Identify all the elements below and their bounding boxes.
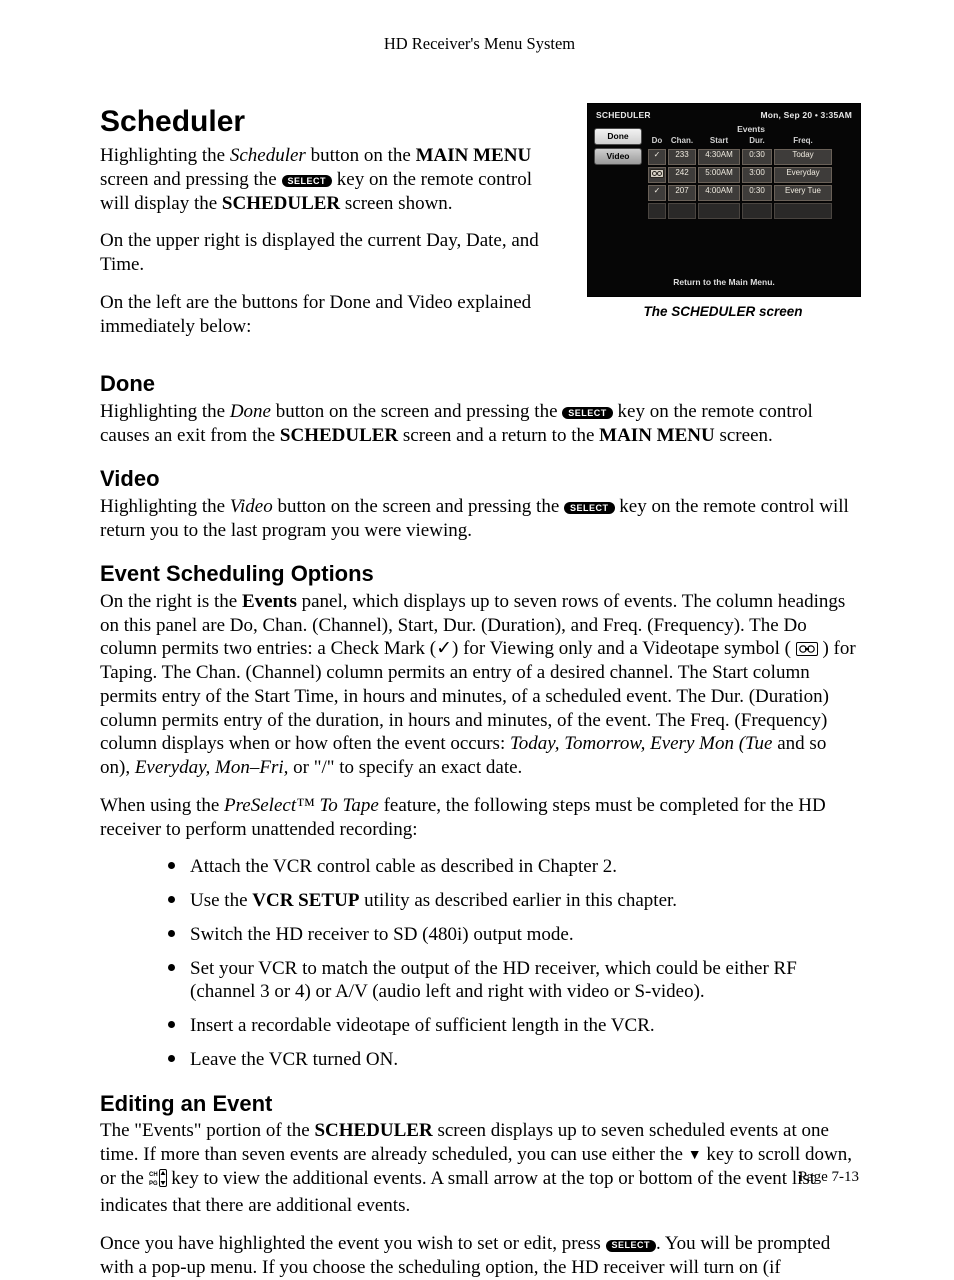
- scheduler-screenshot: SCHEDULER Mon, Sep 20 • 3:35AM Done Vide…: [587, 103, 859, 321]
- osd-start: 4:00AM: [698, 185, 740, 201]
- video-label: Video: [230, 496, 273, 517]
- intro-para-3: On the left are the buttons for Done and…: [100, 291, 565, 339]
- osd-column-header: Start: [698, 136, 740, 147]
- osd-title: SCHEDULER: [596, 110, 651, 121]
- figure-caption: The SCHEDULER screen: [587, 304, 859, 321]
- preselect-para: When using the PreSelect™ To Tape featur…: [100, 794, 859, 842]
- down-arrow-icon: ▼: [688, 1149, 702, 1163]
- list-item: Use the VCR SETUP utility as described e…: [168, 889, 859, 913]
- text: screen and a return to the: [398, 425, 599, 446]
- video-para: Highlighting the Video button on the scr…: [100, 495, 859, 543]
- osd-chan: 207: [668, 185, 696, 201]
- osd-events-title: Events: [648, 124, 854, 135]
- text: screen.: [715, 425, 773, 446]
- text: Highlighting the: [100, 496, 230, 517]
- eso-heading: Event Scheduling Options: [100, 560, 859, 588]
- text: screen shown.: [340, 193, 452, 214]
- done-heading: Done: [100, 370, 859, 398]
- intro-para-1: Highlighting the Scheduler button on the…: [100, 144, 565, 215]
- text: Highlighting the: [100, 401, 230, 422]
- edit-para-1: The "Events" portion of the SCHEDULER sc…: [100, 1119, 859, 1218]
- done-para: Highlighting the Done button on the scre…: [100, 400, 859, 448]
- osd-dur: 3:00: [742, 167, 772, 183]
- svg-text:PG: PG: [149, 1181, 158, 1187]
- scheduler-label: SCHEDULER: [280, 425, 398, 446]
- osd-freq: Today: [774, 149, 832, 165]
- text: Once you have highlighted the event you …: [100, 1233, 606, 1254]
- osd-column-header: Do: [648, 136, 666, 147]
- text: key to view the additional events. A sma…: [100, 1168, 815, 1217]
- select-key-icon: SELECT: [564, 502, 615, 514]
- osd-events-grid: DoChan.StartDur.Freq.✓2334:30AM0:30Today…: [648, 136, 854, 219]
- osd-freq: Everyday: [774, 167, 832, 183]
- list-item: Switch the HD receiver to SD (480i) outp…: [168, 923, 859, 947]
- osd-video-button: Video: [594, 148, 642, 165]
- text: button on the screen and pressing the: [271, 401, 562, 422]
- svg-text:CH: CH: [149, 1172, 158, 1178]
- osd-column-header: Freq.: [774, 136, 832, 147]
- osd-freq: Every Tue: [774, 185, 832, 201]
- scheduler-label: SCHEDULER: [314, 1120, 432, 1141]
- select-key-icon: SELECT: [606, 1240, 657, 1252]
- osd-empty-cell: [742, 203, 772, 219]
- list-item: Set your VCR to match the output of the …: [168, 957, 859, 1005]
- freq-examples-2: Everyday, Mon–Fri,: [135, 757, 289, 778]
- osd-do-tape-icon: [648, 167, 666, 183]
- freq-examples: Today, Tomorrow, Every Mon (Tue: [510, 733, 773, 754]
- osd-dur: 0:30: [742, 185, 772, 201]
- events-label: Events: [242, 591, 297, 612]
- text: or "/" to specify an exact date.: [288, 757, 522, 778]
- main-menu-label: MAIN MENU: [599, 425, 715, 446]
- osd-dur: 0:30: [742, 149, 772, 165]
- scheduler-label: Scheduler: [230, 145, 306, 166]
- list-item: Attach the VCR control cable as describe…: [168, 855, 859, 879]
- osd-datetime: Mon, Sep 20 • 3:35AM: [760, 110, 852, 121]
- osd-footer: Return to the Main Menu.: [588, 271, 860, 296]
- osd-done-button: Done: [594, 128, 642, 145]
- osd-empty-cell: [774, 203, 832, 219]
- osd-column-header: Chan.: [668, 136, 696, 147]
- main-menu-label: MAIN MENU: [416, 145, 532, 166]
- osd-start: 5:00AM: [698, 167, 740, 183]
- select-key-icon: SELECT: [282, 175, 333, 187]
- done-label: Done: [230, 401, 271, 422]
- osd-column-header: Dur.: [742, 136, 772, 147]
- text: When using the: [100, 795, 224, 816]
- osd-empty-cell: [648, 203, 666, 219]
- edit-heading: Editing an Event: [100, 1090, 859, 1118]
- osd-empty-cell: [698, 203, 740, 219]
- osd-do-check: ✓: [648, 149, 666, 165]
- running-header: HD Receiver's Menu System: [100, 34, 859, 55]
- list-item: Leave the VCR turned ON.: [168, 1048, 859, 1072]
- text: button on the screen and pressing the: [273, 496, 564, 517]
- video-heading: Video: [100, 465, 859, 493]
- intro-para-2: On the upper right is displayed the curr…: [100, 229, 565, 277]
- list-item: Insert a recordable videotape of suffici…: [168, 1014, 859, 1038]
- page-title: Scheduler: [100, 103, 565, 141]
- ch-pg-icon: CH PG: [149, 1168, 167, 1195]
- edit-para-2: Once you have highlighted the event you …: [100, 1232, 859, 1280]
- text: On the right is the: [100, 591, 242, 612]
- preselect-label: PreSelect™ To Tape: [224, 795, 379, 816]
- page-number: Page 7-13: [799, 1168, 859, 1187]
- videotape-icon: [796, 642, 818, 656]
- text: button on the: [306, 145, 416, 166]
- osd-do-check: ✓: [648, 185, 666, 201]
- osd-empty-cell: [668, 203, 696, 219]
- text: screen and pressing the: [100, 169, 282, 190]
- text: Highlighting the: [100, 145, 230, 166]
- eso-para-1: On the right is the Events panel, which …: [100, 590, 859, 780]
- osd-start: 4:30AM: [698, 149, 740, 165]
- select-key-icon: SELECT: [562, 407, 613, 419]
- scheduler-screen-label: SCHEDULER: [222, 193, 340, 214]
- bullet-list: Attach the VCR control cable as describe…: [100, 855, 859, 1071]
- osd-chan: 233: [668, 149, 696, 165]
- osd-chan: 242: [668, 167, 696, 183]
- text: The "Events" portion of the: [100, 1120, 314, 1141]
